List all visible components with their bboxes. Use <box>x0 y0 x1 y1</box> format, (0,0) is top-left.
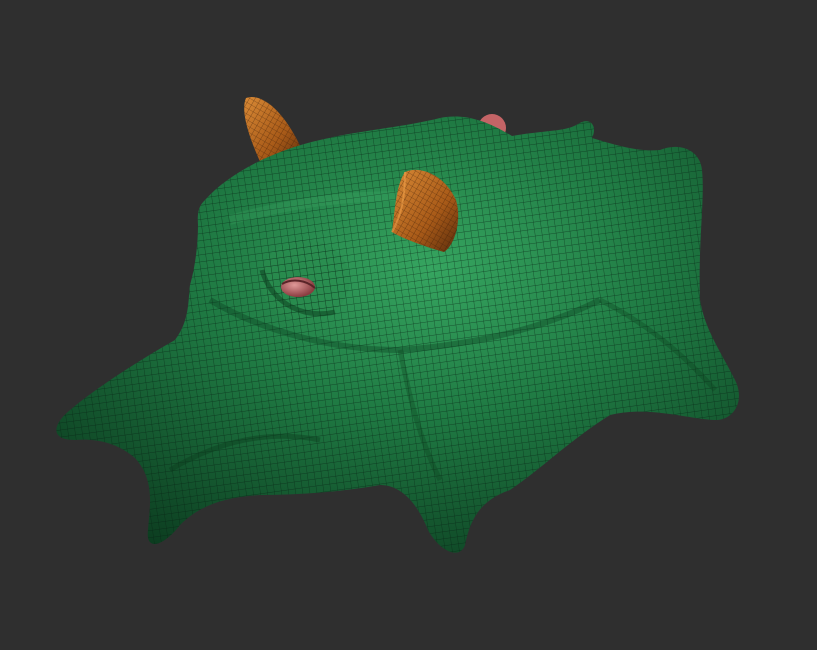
3d-viewport[interactable] <box>0 0 817 650</box>
body[interactable] <box>56 116 739 553</box>
left-eye[interactable] <box>281 277 316 297</box>
sculpt-model[interactable] <box>0 0 817 650</box>
